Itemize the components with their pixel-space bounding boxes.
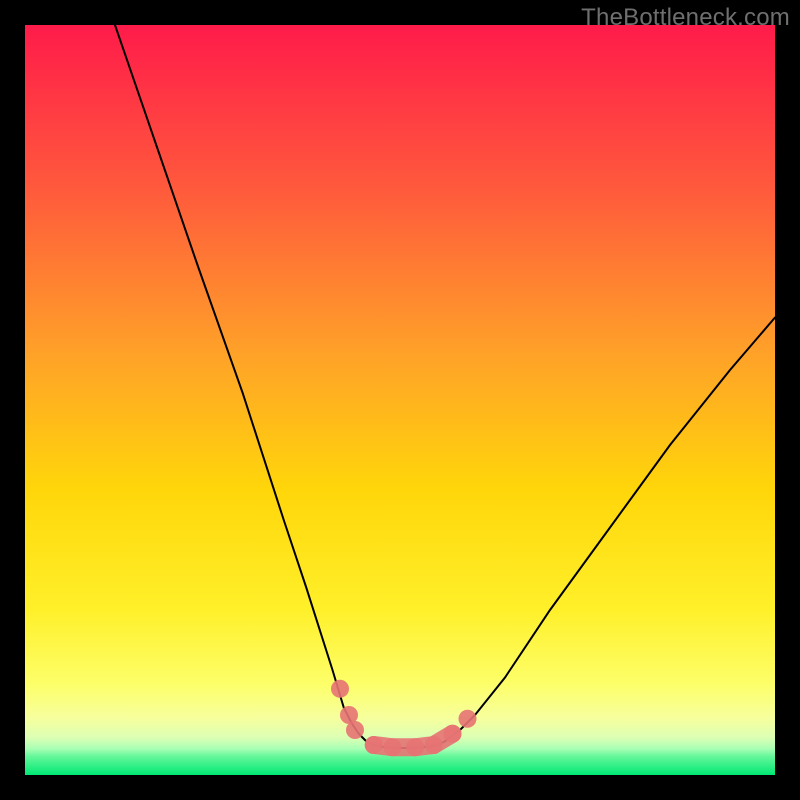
chart-frame: TheBottleneck.com <box>0 0 800 800</box>
bottleneck-chart <box>25 25 775 775</box>
marker-point <box>459 710 477 728</box>
marker-point <box>346 721 364 739</box>
marker-point <box>331 680 349 698</box>
heatmap-background <box>25 25 775 775</box>
marker-point <box>384 738 402 756</box>
marker-point <box>425 736 443 754</box>
marker-point <box>365 736 383 754</box>
marker-point <box>406 738 424 756</box>
marker-point <box>444 725 462 743</box>
watermark-text: TheBottleneck.com <box>581 4 790 32</box>
